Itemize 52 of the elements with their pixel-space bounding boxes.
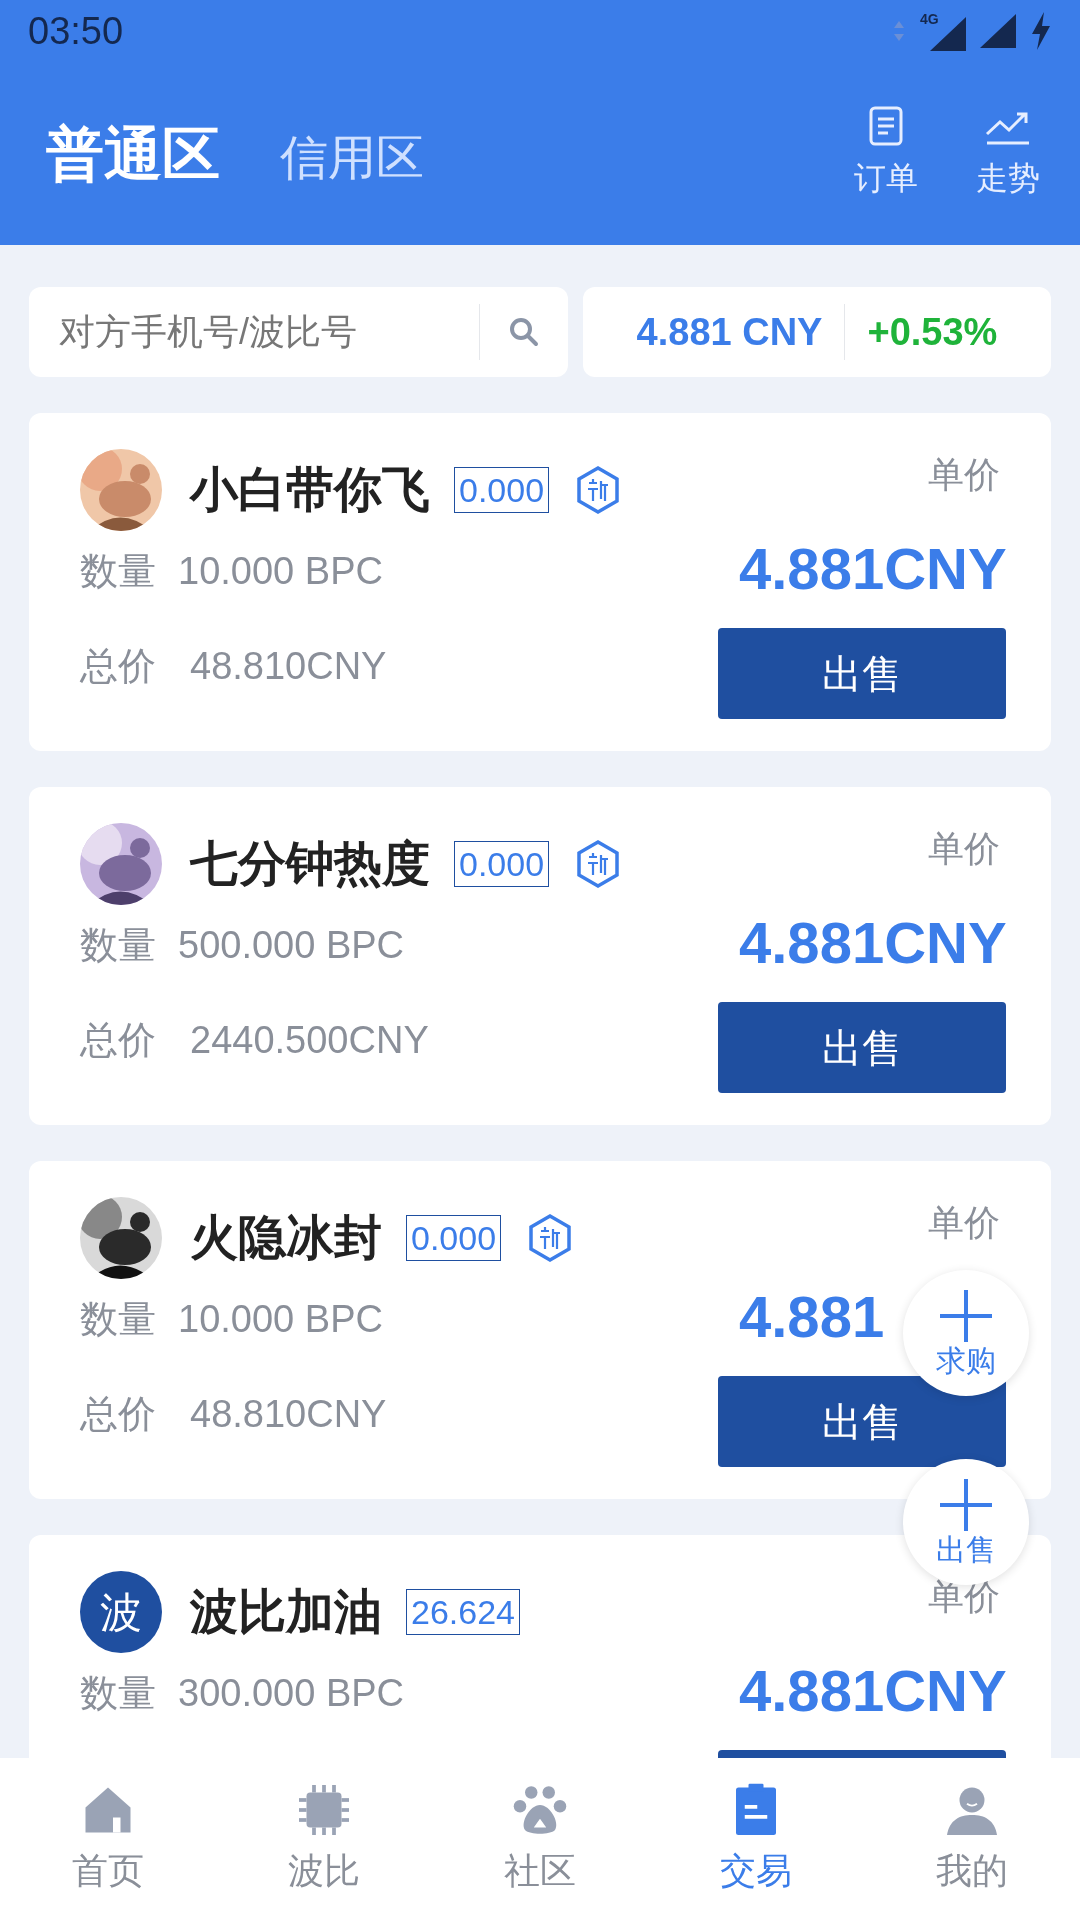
quantity-label: 数量	[80, 548, 156, 594]
search-icon	[508, 316, 540, 348]
unit-price: 4.881	[739, 1285, 885, 1349]
document-icon	[869, 105, 903, 146]
quantity-value: 300.000 BPC	[178, 1670, 405, 1716]
credit-score: 0.000	[454, 467, 550, 513]
total-label: 总价	[80, 643, 156, 689]
quantity-value: 10.000 BPC	[178, 548, 383, 594]
total-value: 48.810CNY	[190, 643, 387, 689]
quantity-label: 数量	[80, 922, 156, 968]
nav-tab[interactable]: 波比	[216, 1780, 432, 1898]
nav-tab[interactable]: 社区	[432, 1780, 648, 1898]
credit-score: 0.000	[454, 841, 550, 887]
credit-score: 26.624	[406, 1589, 520, 1635]
plus-icon	[938, 1288, 994, 1344]
unit-price-label: 单价	[928, 455, 1000, 495]
header-action[interactable]: 走势	[976, 109, 1040, 202]
quantity-value: 10.000 BPC	[178, 1296, 383, 1342]
zone-tab[interactable]: 信用区	[280, 122, 424, 194]
search-field[interactable]: 对方手机号/波比号	[29, 287, 479, 377]
header-action[interactable]: 订单	[854, 105, 918, 202]
total-value: 48.810CNY	[190, 1391, 387, 1437]
unit-price: 4.881CNY	[739, 911, 1007, 975]
ticker-price: 4.881 CNY	[636, 309, 824, 355]
avatar: 波	[80, 1571, 162, 1653]
total-value: 2440.500CNY	[190, 1017, 429, 1063]
seller-name: 小白带你飞	[190, 462, 430, 518]
nav-tab[interactable]: 我的	[864, 1780, 1080, 1898]
zone-tab[interactable]: 普通区	[46, 110, 220, 197]
nav-tab[interactable]: 交易	[648, 1780, 864, 1898]
unit-price-label: 单价	[928, 829, 1000, 869]
quantity-label: 数量	[80, 1670, 156, 1716]
sell-button[interactable]: 出售	[718, 628, 1006, 719]
sell-button[interactable]: 出售	[718, 1002, 1006, 1093]
ticker-change: +0.53%	[866, 309, 998, 355]
nav-tab[interactable]: 首页	[0, 1780, 216, 1898]
seller-name: 波比加油	[190, 1584, 382, 1640]
quantity-label: 数量	[80, 1296, 156, 1342]
seller-name: 火隐冰封	[190, 1210, 382, 1266]
quantity-value: 500.000 BPC	[178, 922, 405, 968]
credit-score: 0.000	[406, 1215, 502, 1261]
unit-price-label: 单价	[928, 1203, 1000, 1243]
charging-icon	[1030, 12, 1052, 50]
seller-name: 七分钟热度	[190, 836, 430, 892]
sell-button[interactable]: 出售	[718, 1376, 1006, 1467]
unit-price: 4.881CNY	[739, 1659, 1007, 1723]
total-label: 总价	[80, 1391, 156, 1437]
total-label: 总价	[80, 1017, 156, 1063]
unit-price: 4.881CNY	[739, 537, 1007, 601]
search-bar[interactable]: 对方手机号/波比号	[29, 287, 568, 377]
plus-icon	[938, 1477, 994, 1533]
clock: 03:50	[28, 8, 124, 54]
